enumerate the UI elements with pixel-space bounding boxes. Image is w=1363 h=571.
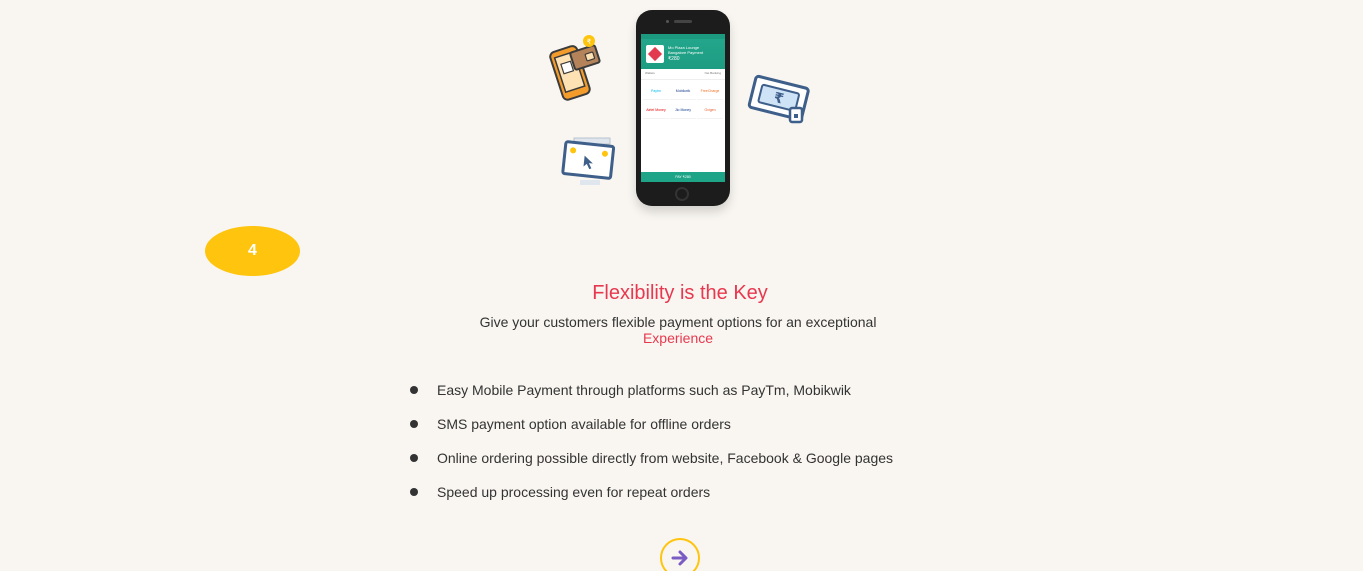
bullet-icon (410, 420, 418, 428)
wallet-item: Mobikwik (670, 82, 696, 100)
arrow-right-icon (671, 550, 688, 566)
phone-tabs: Wallets Net Banking (641, 69, 725, 80)
feature-text: Speed up processing even for repeat orde… (437, 484, 711, 500)
desktop-order-icon (561, 137, 616, 185)
section-title: Flexibility is the Key (592, 282, 768, 304)
wallet-item: FreeCharge (697, 82, 723, 100)
smartphone-mockup: Mo Plaza Lounge Bangalore Payment ₹280 W… (636, 10, 730, 206)
bullet-icon (410, 386, 418, 394)
bullet-icon (410, 454, 418, 462)
wallet-item: Paytm (643, 82, 669, 100)
feature-text: Online ordering possible directly from w… (437, 450, 894, 466)
feature-list: Easy Mobile Payment through platforms su… (405, 378, 893, 514)
camera-dot (666, 20, 669, 23)
phone-screen: Mo Plaza Lounge Bangalore Payment ₹280 W… (641, 34, 725, 182)
subtitle-text: Give your customers flexible payment opt… (479, 314, 877, 330)
wallet-item: Airtel Money (643, 101, 669, 119)
page: ₹ Mo Plaza Lounge Bangalore Payment ₹280… (0, 0, 1363, 571)
mobile-payment-icon: ₹ (549, 35, 601, 101)
feature-item: SMS payment option available for offline… (405, 412, 893, 436)
wallet-item: Oxigen (697, 101, 723, 119)
bullet-icon (410, 488, 418, 496)
phone-header-sub: Bangalore Payment (668, 50, 704, 55)
phone-header: Mo Plaza Lounge Bangalore Payment ₹280 (641, 39, 725, 69)
wallet-item: Jio Money (670, 101, 696, 119)
next-button[interactable] (660, 538, 700, 571)
section-subtitle: Give your customers flexible payment opt… (478, 314, 878, 346)
phone-speaker (674, 20, 692, 23)
phone-tab-wallets: Wallets (645, 71, 655, 75)
svg-text:₹: ₹ (587, 38, 592, 46)
phone-amount: ₹280 (668, 56, 680, 62)
feature-item: Online ordering possible directly from w… (405, 446, 893, 470)
phone-pay-bar: PAY ₹280 (641, 172, 725, 182)
feature-item: Speed up processing even for repeat orde… (405, 480, 893, 504)
phone-home-button (675, 187, 689, 201)
feature-text: Easy Mobile Payment through platforms su… (437, 382, 851, 398)
wallet-grid: Paytm Mobikwik FreeCharge Airtel Money J… (641, 80, 725, 121)
phone-tab-netbanking: Net Banking (704, 71, 721, 75)
feature-item: Easy Mobile Payment through platforms su… (405, 378, 893, 402)
payment-illustration: ₹ Mo Plaza Lounge Bangalore Payment ₹280… (540, 0, 830, 220)
rupee-ticket-icon: ₹ (747, 74, 810, 124)
feature-text: SMS payment option available for offline… (437, 416, 731, 432)
step-number-badge: 4 (205, 226, 300, 276)
subtitle-accent: Experience (642, 330, 714, 346)
restaurant-logo-icon (646, 45, 664, 63)
